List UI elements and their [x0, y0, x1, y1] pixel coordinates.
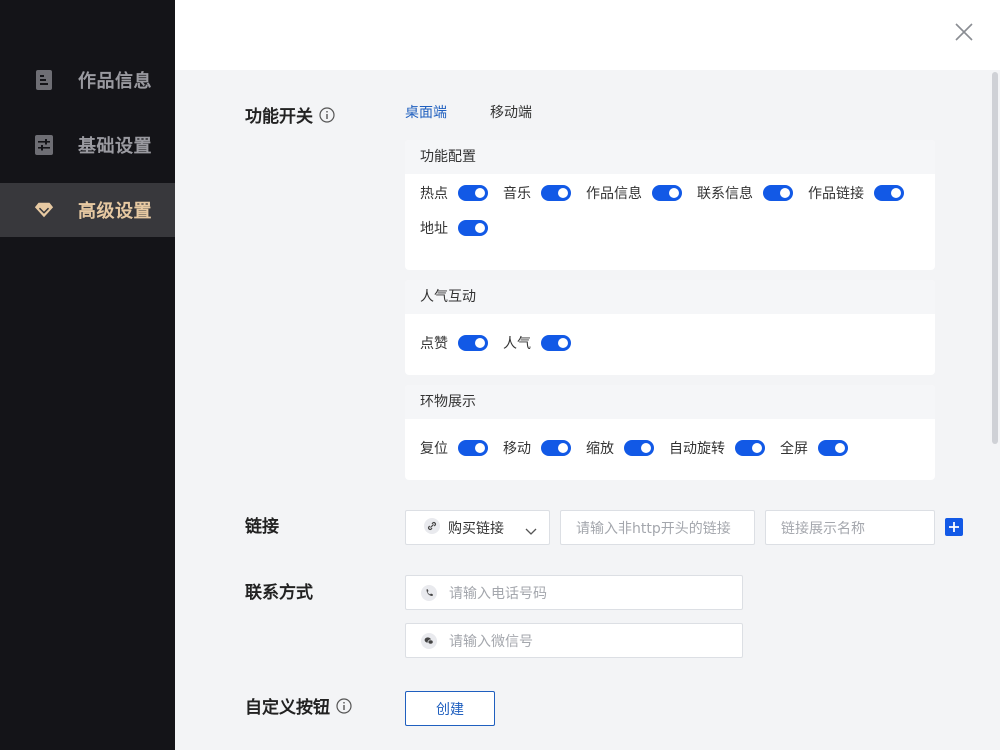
- popularity-card: 人气互动 点赞 人气: [405, 280, 935, 375]
- toggle-label: 作品链接: [808, 185, 864, 202]
- contact-title: 联系方式: [245, 583, 313, 603]
- toggle-label: 移动: [503, 440, 531, 457]
- switch[interactable]: [624, 439, 654, 456]
- phone-input[interactable]: 请输入电话号码: [405, 575, 743, 610]
- tab-desktop[interactable]: 桌面端: [405, 102, 447, 122]
- toggle-label: 地址: [420, 220, 448, 237]
- toggle-auto-rotate[interactable]: 自动旋转: [669, 438, 765, 458]
- switch[interactable]: [458, 334, 488, 351]
- phone-icon: [421, 584, 437, 601]
- scrollbar[interactable]: [990, 70, 1000, 750]
- scrollbar-thumb[interactable]: [992, 72, 998, 444]
- switch[interactable]: [874, 184, 904, 201]
- toggle-address[interactable]: 地址: [420, 218, 488, 238]
- tab-mobile[interactable]: 移动端: [490, 102, 532, 122]
- toggle-hotspot[interactable]: 热点: [420, 183, 488, 203]
- sidebar-item-label: 基础设置: [78, 136, 152, 157]
- switch[interactable]: [763, 184, 793, 201]
- toggle-row: 热点 音乐 作品信息 联系信息 作品链接: [420, 175, 920, 210]
- plus-icon: [949, 522, 959, 532]
- input-placeholder: 请输入非http开头的链接: [576, 520, 731, 537]
- header: [175, 0, 1000, 70]
- chevron-down-icon: [525, 522, 537, 535]
- sidebar-item-work-info[interactable]: 作品信息: [0, 53, 175, 107]
- close-icon[interactable]: [954, 22, 974, 42]
- toggle-popularity[interactable]: 人气: [503, 333, 571, 353]
- toggle-label: 人气: [503, 335, 531, 352]
- info-icon[interactable]: [319, 106, 335, 123]
- contact-label: 联系方式: [245, 578, 313, 603]
- create-button[interactable]: 创建: [405, 691, 495, 726]
- sidebar-item-label: 高级设置: [78, 201, 152, 222]
- toggle-label: 音乐: [503, 185, 531, 202]
- toggle-like[interactable]: 点赞: [420, 333, 488, 353]
- sidebar-item-advanced-settings[interactable]: 高级设置: [0, 183, 175, 237]
- switch[interactable]: [541, 184, 571, 201]
- select-value: 购买链接: [448, 520, 504, 537]
- link-title: 链接: [245, 517, 279, 537]
- feature-switch-title: 功能开关: [245, 107, 313, 127]
- toggle-work-link[interactable]: 作品链接: [808, 183, 904, 203]
- feature-switch-label: 功能开关: [245, 102, 335, 127]
- link-label: 链接: [245, 512, 279, 537]
- toggle-label: 复位: [420, 440, 448, 457]
- switch[interactable]: [458, 219, 488, 236]
- toggle-row: 复位 移动 缩放 自动旋转 全屏: [420, 430, 920, 465]
- toggle-label: 联系信息: [697, 185, 753, 202]
- link-icon: [424, 517, 440, 538]
- toggle-row: 地址: [420, 210, 920, 245]
- switch[interactable]: [735, 439, 765, 456]
- card-title: 环物展示: [405, 385, 935, 419]
- object-display-card: 环物展示 复位 移动 缩放 自动旋转 全屏: [405, 385, 935, 480]
- toggle-label: 全屏: [780, 440, 808, 457]
- link-type-select[interactable]: 购买链接: [405, 510, 550, 545]
- toggle-music[interactable]: 音乐: [503, 183, 571, 203]
- card-title: 人气互动: [405, 280, 935, 314]
- wechat-input[interactable]: 请输入微信号: [405, 623, 743, 658]
- toggle-fullscreen[interactable]: 全屏: [780, 438, 848, 458]
- toggle-label: 缩放: [586, 440, 614, 457]
- toggle-reset[interactable]: 复位: [420, 438, 488, 458]
- switch[interactable]: [458, 439, 488, 456]
- document-icon: [34, 70, 54, 90]
- add-link-button[interactable]: [945, 518, 963, 536]
- sidebar-item-label: 作品信息: [78, 71, 152, 92]
- switch[interactable]: [541, 439, 571, 456]
- switch[interactable]: [458, 184, 488, 201]
- toggle-work-info[interactable]: 作品信息: [586, 183, 682, 203]
- wechat-icon: [421, 632, 437, 649]
- sidebar: 作品信息 基础设置 高级设置: [0, 0, 175, 750]
- toggle-row: 点赞 人气: [420, 325, 920, 360]
- info-icon[interactable]: [336, 697, 352, 714]
- link-url-input[interactable]: 请输入非http开头的链接: [560, 510, 755, 545]
- toggle-label: 自动旋转: [669, 440, 725, 457]
- custom-button-label: 自定义按钮: [245, 693, 352, 718]
- feature-config-card: 功能配置 热点 音乐 作品信息 联系信息 作品链接 地址: [405, 140, 935, 270]
- toggle-zoom[interactable]: 缩放: [586, 438, 654, 458]
- toggle-move[interactable]: 移动: [503, 438, 571, 458]
- toggle-contact-info[interactable]: 联系信息: [697, 183, 793, 203]
- sliders-icon: [34, 135, 54, 155]
- switch[interactable]: [541, 334, 571, 351]
- diamond-icon: [34, 200, 54, 220]
- card-title: 功能配置: [405, 140, 935, 174]
- input-placeholder: 请输入微信号: [449, 633, 533, 650]
- input-placeholder: 链接展示名称: [781, 520, 865, 537]
- toggle-label: 点赞: [420, 335, 448, 352]
- switch[interactable]: [652, 184, 682, 201]
- link-name-input[interactable]: 链接展示名称: [765, 510, 935, 545]
- custom-button-title: 自定义按钮: [245, 698, 330, 718]
- input-placeholder: 请输入电话号码: [449, 585, 547, 602]
- switch[interactable]: [818, 439, 848, 456]
- toggle-label: 热点: [420, 185, 448, 202]
- toggle-label: 作品信息: [586, 185, 642, 202]
- sidebar-item-basic-settings[interactable]: 基础设置: [0, 118, 175, 172]
